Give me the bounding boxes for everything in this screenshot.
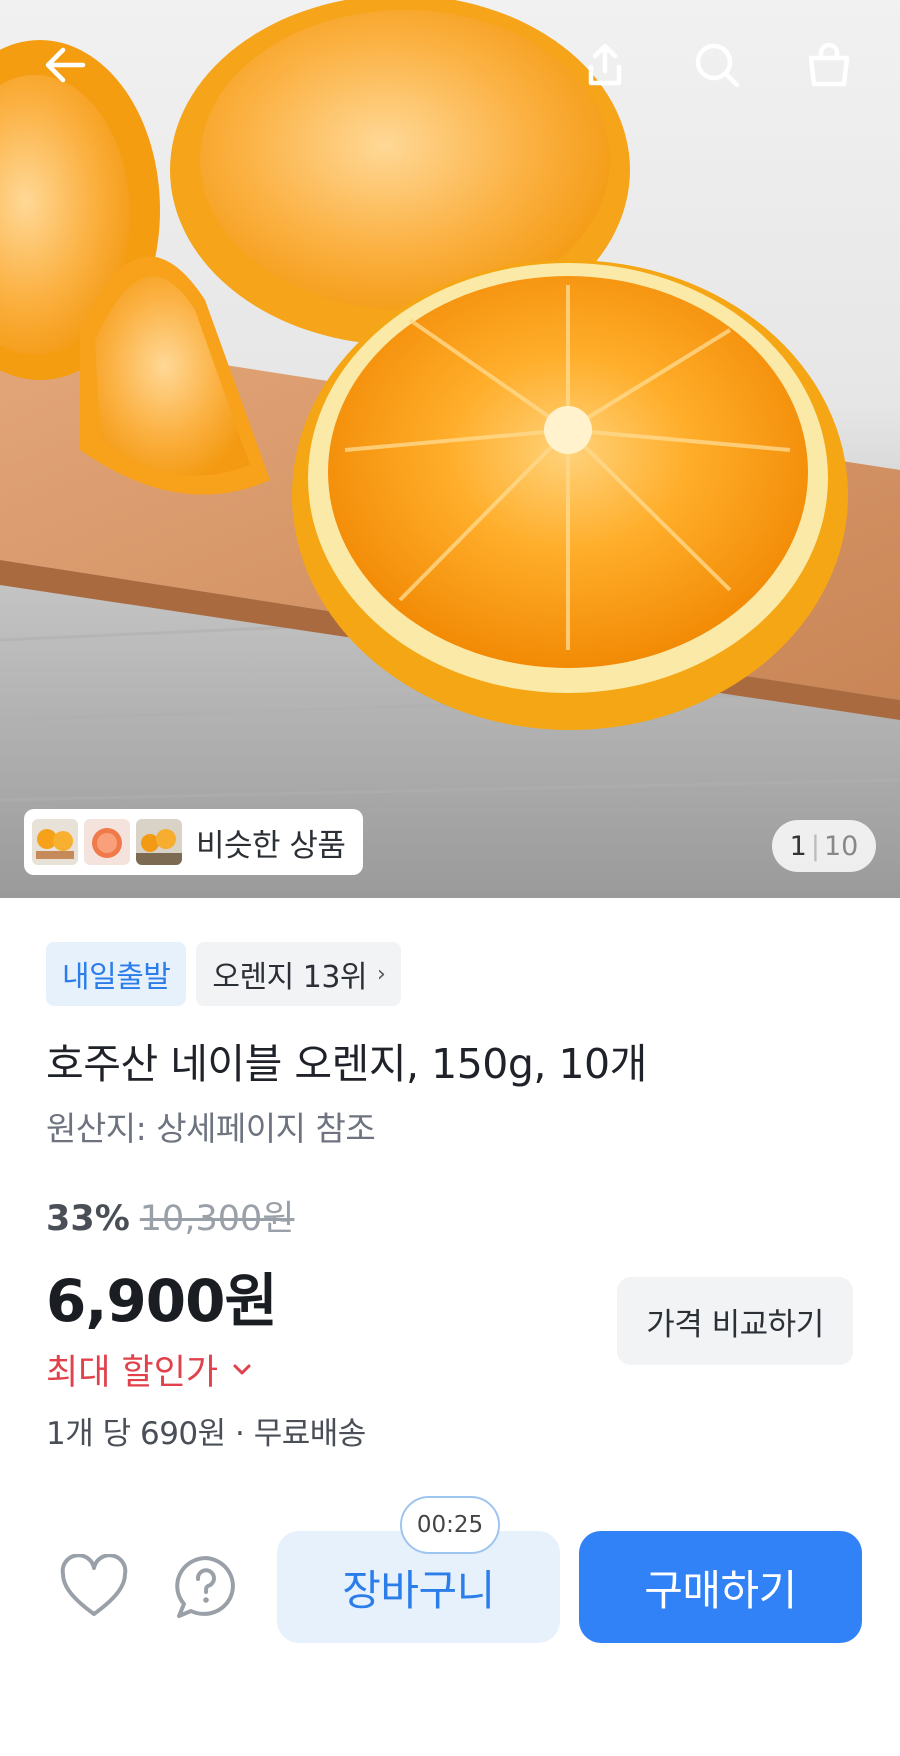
search-icon[interactable] [686, 34, 748, 96]
similar-thumbnail [84, 819, 130, 865]
image-counter-current: 1 [789, 830, 807, 862]
image-counter: 1 | 10 [772, 820, 876, 872]
image-counter-separator: | [810, 830, 820, 862]
image-counter-total: 10 [823, 830, 859, 862]
similar-products-label: 비슷한 상품 [196, 827, 346, 864]
similar-thumbnail [32, 819, 78, 865]
max-discount-toggle[interactable]: 최대 할인가 [46, 1344, 252, 1395]
shopping-bag-icon[interactable] [798, 34, 860, 96]
delivery-badge: 내일출발 [46, 942, 187, 1006]
discount-row: 33% 10,300원 [46, 1190, 294, 1241]
discount-rate: 33% [46, 1199, 130, 1239]
product-origin: 원산지: 상세페이지 참조 [46, 1109, 376, 1148]
similar-products-chip[interactable]: 비슷한 상품 [24, 809, 364, 875]
max-discount-label: 최대 할인가 [46, 1353, 219, 1393]
compare-price-button[interactable]: 가격 비교하기 [617, 1277, 853, 1365]
sale-price: 6,900원 [46, 1267, 278, 1335]
share-icon[interactable] [574, 34, 636, 96]
buy-now-button[interactable]: 구매하기 [579, 1531, 862, 1643]
question-icon[interactable] [170, 1553, 242, 1621]
product-image[interactable]: 비슷한 상품 1 | 10 [0, 0, 900, 898]
original-price: 10,300원 [139, 1199, 295, 1239]
badge-row: 내일출발 오렌지 13위 › [46, 942, 402, 1006]
back-arrow-icon[interactable] [34, 34, 96, 96]
category-rank-label: 오렌지 13위 [212, 960, 368, 995]
orange-photo [0, 0, 900, 898]
chevron-right-icon: › [377, 961, 386, 987]
cart-timer-badge: 00:25 [400, 1496, 500, 1554]
product-title: 호주산 네이블 오렌지, 150g, 10개 [46, 1040, 647, 1088]
similar-thumbnail [136, 819, 182, 865]
chevron-down-icon [233, 1364, 251, 1374]
unit-price-shipping: 1개 당 690원 · 무료배송 [46, 1416, 366, 1452]
category-rank-badge[interactable]: 오렌지 13위 › [196, 942, 402, 1006]
heart-icon[interactable] [58, 1553, 130, 1621]
top-navigation-bar [0, 0, 900, 130]
